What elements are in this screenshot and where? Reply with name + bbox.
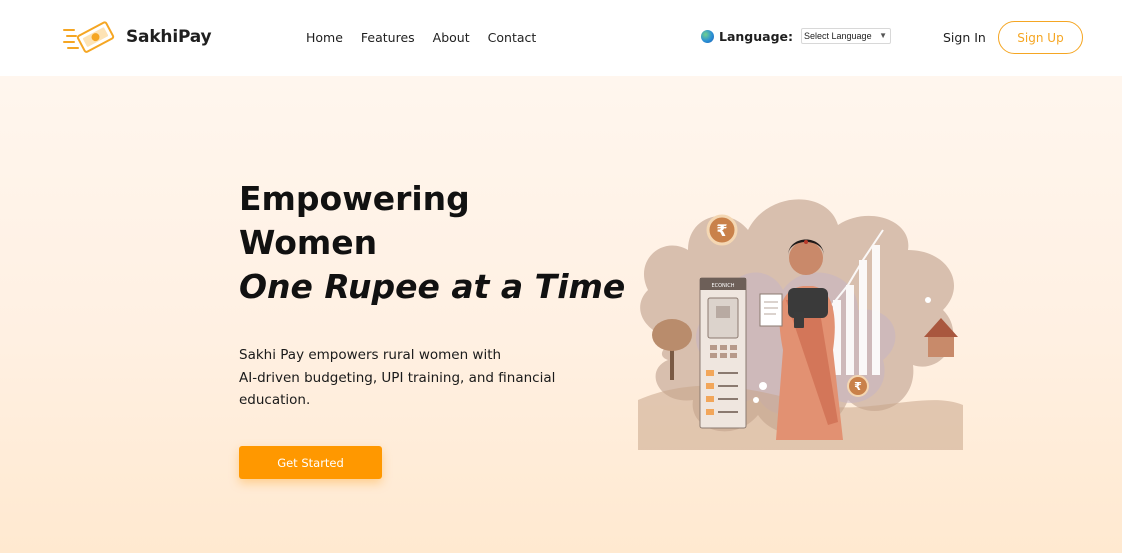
hero-description-line1: Sakhi Pay empowers rural women with (239, 347, 502, 363)
sign-up-button[interactable]: Sign Up (998, 21, 1083, 54)
nav-home[interactable]: Home (306, 30, 343, 45)
hero-title-line2: Women (239, 223, 378, 262)
hero-description-line3: education. (239, 392, 311, 408)
brand-logo[interactable]: SakhiPay (62, 16, 212, 58)
language-switcher: Language: Select Language ▼ (701, 28, 892, 44)
sign-in-link[interactable]: Sign In (943, 30, 986, 45)
rupee-coin-icon: ₹ (706, 214, 738, 246)
hero-description-line2: AI-driven budgeting, UPI training, and f… (239, 369, 556, 386)
top-navbar: SakhiPay Home Features About Contact Lan… (0, 0, 1122, 76)
language-label: Language: (719, 28, 794, 44)
main-nav: Home Features About Contact (306, 30, 536, 45)
hero-illustration: ECONICH ₹ ₹ (638, 199, 963, 450)
hero-title: Empowering Women One Rupee at a Time (239, 177, 625, 309)
brand-name: SakhiPay (126, 27, 212, 47)
get-started-button[interactable]: Get Started (239, 446, 382, 479)
money-logo-icon (63, 21, 115, 53)
hero-title-line1: Empowering (239, 179, 470, 218)
nav-about[interactable]: About (433, 30, 470, 45)
rupee-coin-small-symbol: ₹ (854, 380, 862, 393)
language-select[interactable]: Select Language ▼ (801, 28, 892, 44)
hero-tagline: One Rupee at a Time (239, 267, 626, 306)
rupee-coin-symbol: ₹ (716, 221, 727, 240)
hero-section: Empowering Women One Rupee at a Time Sak… (0, 76, 1122, 553)
caret-down-icon: ▼ (879, 31, 888, 40)
payment-machine: ECONICH (699, 277, 747, 429)
nav-contact[interactable]: Contact (488, 30, 537, 45)
language-select-value: Select Language (804, 31, 872, 41)
globe-icon (701, 29, 714, 43)
rupee-coin-small-icon: ₹ (847, 375, 869, 397)
machine-sign: ECONICH (711, 283, 734, 289)
hero-description: Sakhi Pay empowers rural women with AI-d… (239, 344, 599, 412)
nav-features[interactable]: Features (361, 30, 415, 45)
